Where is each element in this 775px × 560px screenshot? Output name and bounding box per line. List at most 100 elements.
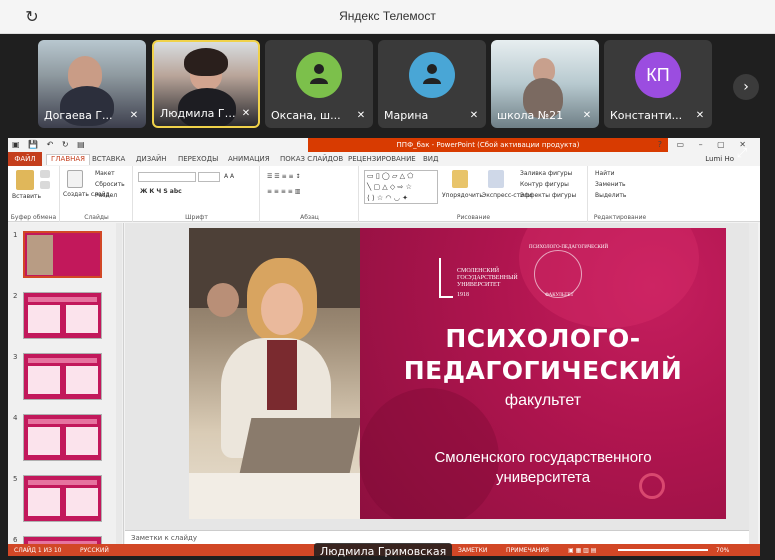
paste-button[interactable]: Вставить xyxy=(12,193,41,200)
participant-tile[interactable]: школа №21 ✕ xyxy=(491,40,599,128)
tab-home[interactable]: ГЛАВНАЯ xyxy=(46,154,91,165)
slide-heading-line2: ПЕДАГОГИЧЕСКИЙ xyxy=(403,356,683,385)
slide-university-line1: Смоленского государственного xyxy=(434,449,652,466)
group-slides: Создать слайд Макет Сбросить Раздел Слай… xyxy=(61,166,133,222)
reset-button[interactable]: Сбросить xyxy=(95,181,125,188)
mic-muted-icon: ✕ xyxy=(469,110,479,121)
chevron-right-icon[interactable]: › xyxy=(733,74,759,100)
expand-icon[interactable]: ⤢ xyxy=(734,146,750,162)
user-account[interactable]: Lumi Ho xyxy=(705,155,734,163)
group-label: Буфер обмена xyxy=(10,214,57,221)
mic-muted-icon: ✕ xyxy=(695,110,705,121)
font-grow-icon[interactable]: A A xyxy=(224,173,234,180)
layout-button[interactable]: Макет xyxy=(95,170,115,177)
list-buttons-icons[interactable]: ☰ ☰ ≡ ≡ ↕ xyxy=(267,173,300,180)
tab-view[interactable]: ВИД xyxy=(423,155,439,163)
shape-fill-button[interactable]: Заливка фигуры xyxy=(520,170,572,177)
thumb-card xyxy=(66,488,98,516)
participant-tile[interactable]: КП Константи... ✕ xyxy=(604,40,712,128)
ppt-document-title: ППФ_бак - PowerPoint (Сбой активации про… xyxy=(308,138,668,152)
view-buttons-icons[interactable]: ▣ ▦ ▥ ▤ xyxy=(568,547,596,554)
ppt-title-bar: ▣ 💾 ↶ ↻ ▤ ППФ_бак - PowerPoint (Сбой акт… xyxy=(8,138,760,152)
notes-toggle[interactable]: ЗАМЕТКИ xyxy=(458,547,487,554)
replace-button[interactable]: Заменить xyxy=(595,181,626,188)
paste-icon[interactable] xyxy=(16,170,34,190)
shapes-gallery-icons[interactable]: ▭ ▯ ◯ ▱ △ ⬠ ╲ ▢ △ ◇ ⇨ ☆ ⟨ ⟩ ☆ ◠ ◡ ✦ xyxy=(364,170,438,204)
font-style-buttons[interactable]: Ж К Ч S abc xyxy=(140,188,182,195)
participant-name: Марина xyxy=(384,109,429,122)
copy-icon[interactable] xyxy=(40,181,50,189)
participant-tile[interactable]: Людмила Гри... ✕ xyxy=(152,40,260,128)
quick-access-toolbar-icons[interactable]: ▣ 💾 ↶ ↻ ▤ xyxy=(12,140,88,149)
shape-effects-button[interactable]: Эффекты фигуры xyxy=(520,192,576,199)
thumb-card xyxy=(28,427,60,455)
participant-tile[interactable]: Марина ✕ xyxy=(378,40,486,128)
group-label: Рисование xyxy=(456,214,491,221)
slide-thumbnail[interactable] xyxy=(23,353,102,400)
current-slide[interactable]: СМОЛЕНСКИЙ ГОСУДАРСТВЕННЫЙ УНИВЕРСИТЕТ 1… xyxy=(189,228,726,519)
tab-review[interactable]: РЕЦЕНЗИРОВАНИЕ xyxy=(348,155,416,163)
photo-background-person xyxy=(207,283,239,317)
thumb-number: 1 xyxy=(13,231,18,239)
thumb-number: 4 xyxy=(13,414,18,422)
shape-outline-button[interactable]: Контур фигуры xyxy=(520,181,569,188)
new-slide-icon[interactable] xyxy=(67,170,83,188)
cut-icon[interactable] xyxy=(40,170,50,178)
tab-design[interactable]: ДИЗАЙН xyxy=(136,155,166,163)
speaker-name-label: Людмила Гримовская xyxy=(314,543,453,560)
thumb-header xyxy=(28,480,97,485)
participant-tile[interactable]: Догаева Г... ✕ xyxy=(38,40,146,128)
arrange-icon[interactable] xyxy=(452,170,468,188)
select-button[interactable]: Выделить xyxy=(595,192,626,199)
thumbnails-scrollbar[interactable] xyxy=(116,223,122,556)
find-button[interactable]: Найти xyxy=(595,170,614,177)
slide-thumbnail[interactable] xyxy=(23,414,102,461)
font-size-input[interactable] xyxy=(198,172,220,182)
thumb-header xyxy=(28,297,97,302)
font-name-input[interactable] xyxy=(138,172,196,182)
thumb-number: 2 xyxy=(13,292,18,300)
section-button[interactable]: Раздел xyxy=(95,192,117,199)
mic-muted-icon: ✕ xyxy=(241,108,251,119)
align-buttons-icons[interactable]: ≡ ≡ ≡ ≡ ▥ xyxy=(267,188,300,195)
user-avatar-icon xyxy=(409,52,455,98)
language-indicator[interactable]: РУССКИЙ xyxy=(80,547,109,554)
slide-thumbnail[interactable] xyxy=(23,231,102,278)
logo-year: 1918 xyxy=(457,292,469,298)
quick-styles-icon[interactable] xyxy=(488,170,504,188)
slide-editor: СМОЛЕНСКИЙ ГОСУДАРСТВЕННЫЙ УНИВЕРСИТЕТ 1… xyxy=(125,223,749,530)
logo-university-name: СМОЛЕНСКИЙ ГОСУДАРСТВЕННЫЙ УНИВЕРСИТЕТ xyxy=(457,268,518,288)
browser-top-bar: ↻ Яндекс Телемост xyxy=(0,0,775,34)
photo-laptop xyxy=(238,418,362,478)
slide-thumbnail[interactable] xyxy=(23,292,102,339)
participant-hair xyxy=(184,48,228,76)
slide-thumbnail[interactable] xyxy=(23,475,102,522)
photo-face xyxy=(261,283,303,335)
logo-faculty-name: ПСИХОЛОГО-ПЕДАГОГИЧЕСКИЙ xyxy=(529,245,609,250)
participant-tile[interactable]: Оксана, ш... ✕ xyxy=(265,40,373,128)
arrange-button[interactable]: Упорядочить xyxy=(442,192,483,199)
thumb-card xyxy=(66,427,98,455)
slide-counter: СЛАЙД 1 ИЗ 10 xyxy=(14,547,62,554)
tab-file[interactable]: ФАЙЛ xyxy=(8,152,42,166)
tab-insert[interactable]: ВСТАВКА xyxy=(92,155,125,163)
slide-photo-student xyxy=(189,228,362,519)
thumb-photo xyxy=(27,235,53,275)
tab-animation[interactable]: АНИМАЦИЯ xyxy=(228,155,270,163)
participant-name: Людмила Гри... xyxy=(160,107,236,120)
group-editing: Найти Заменить Выделить Редактирование xyxy=(589,166,651,222)
participant-name: Константи... xyxy=(610,109,683,122)
mic-muted-icon: ✕ xyxy=(582,110,592,121)
slide-heading-line1: ПСИХОЛОГО- xyxy=(445,324,641,353)
notes-pane[interactable]: Заметки к слайду xyxy=(125,530,749,544)
slide-subheading: факультет xyxy=(504,392,582,409)
zoom-slider[interactable] xyxy=(618,549,708,551)
group-label: Редактирование xyxy=(593,214,647,221)
editor-scrollbar[interactable] xyxy=(749,223,758,544)
comments-toggle[interactable]: ПРИМЕЧАНИЯ xyxy=(506,547,549,554)
zoom-level[interactable]: 70% xyxy=(716,547,729,554)
logo-faculty-word: ФАКУЛЬТЕТ xyxy=(545,293,574,298)
tab-transitions[interactable]: ПЕРЕХОДЫ xyxy=(178,155,218,163)
user-avatar-icon xyxy=(296,52,342,98)
tab-slideshow[interactable]: ПОКАЗ СЛАЙДОВ xyxy=(280,155,343,163)
